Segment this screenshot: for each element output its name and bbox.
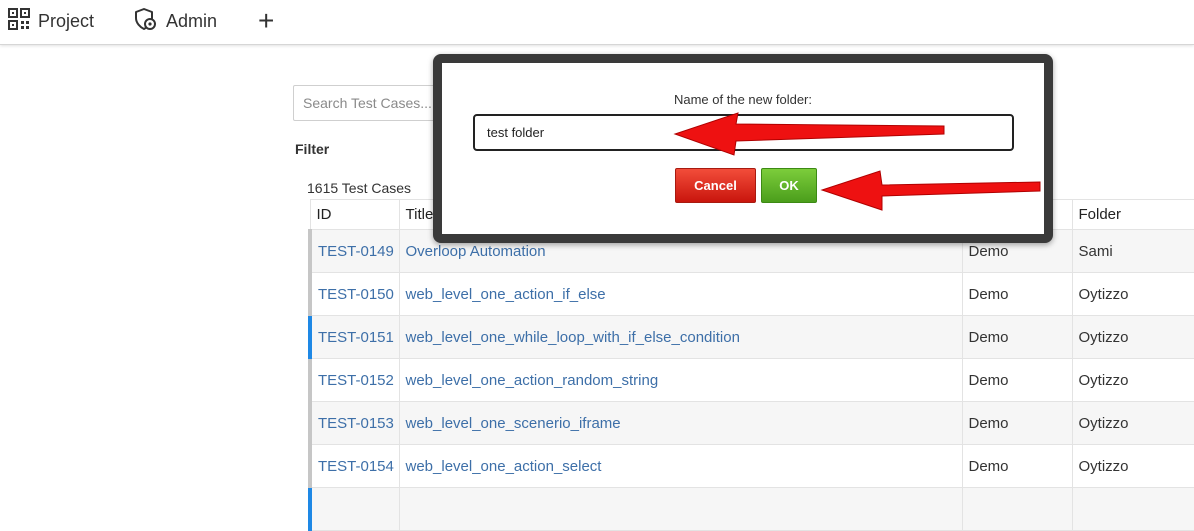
nav-admin-label: Admin [166, 10, 218, 31]
cancel-button[interactable]: Cancel [675, 168, 756, 203]
test-title-link[interactable]: web_level_one_action_if_else [406, 286, 606, 303]
test-folder-cell: Oytizzo [1071, 444, 1194, 488]
test-title-link[interactable]: web_level_one_action_random_string [406, 372, 659, 389]
test-id-link[interactable]: TEST-0149 [318, 243, 394, 260]
test-id-link[interactable]: TEST-0150 [318, 286, 394, 303]
nav-project-label: Project [38, 10, 95, 31]
test-project-cell: Demo [961, 401, 1073, 445]
shield-gear-icon [134, 7, 158, 36]
test-folder-cell: Oytizzo [1071, 315, 1194, 359]
test-project-cell: Demo [961, 315, 1073, 359]
folder-name-input[interactable] [473, 114, 1014, 151]
test-cases-table: ID Title Folder TEST-0149 Overloop Autom… [308, 199, 1194, 531]
top-nav-bar: Project Admin + [0, 0, 1194, 45]
table-row[interactable]: TEST-0153 web_level_one_scenerio_iframe … [308, 401, 1194, 445]
test-id-link[interactable]: TEST-0151 [318, 329, 394, 346]
test-title-link[interactable]: web_level_one_action_select [406, 458, 602, 475]
table-row[interactable] [308, 487, 1194, 531]
plus-icon: + [258, 5, 275, 36]
search-input[interactable] [293, 85, 443, 121]
add-button[interactable]: + [258, 5, 275, 36]
ok-button[interactable]: OK [761, 168, 817, 203]
nav-project[interactable]: Project [8, 7, 95, 35]
qr-grid-icon [8, 7, 30, 35]
test-project-cell: Demo [961, 444, 1073, 488]
test-id-link[interactable]: TEST-0152 [318, 372, 394, 389]
test-id-link[interactable]: TEST-0154 [318, 458, 394, 475]
new-folder-label: Name of the new folder: [673, 92, 813, 107]
test-project-cell: Demo [961, 272, 1073, 316]
column-header-folder[interactable]: Folder [1071, 199, 1194, 230]
test-case-count: 1615 Test Cases [307, 180, 412, 196]
test-project-cell: Demo [961, 358, 1073, 402]
table-row[interactable]: TEST-0152 web_level_one_action_random_st… [308, 358, 1194, 402]
table-row[interactable]: TEST-0151 web_level_one_while_loop_with_… [308, 315, 1194, 359]
test-folder-cell: Oytizzo [1071, 358, 1194, 402]
test-title-link[interactable]: Overloop Automation [406, 243, 546, 260]
test-title-link[interactable]: web_level_one_scenerio_iframe [406, 415, 621, 432]
column-header-id[interactable]: ID [309, 199, 400, 230]
test-folder-cell: Oytizzo [1071, 272, 1194, 316]
test-folder-cell: Sami [1071, 229, 1194, 273]
test-title-link[interactable]: web_level_one_while_loop_with_if_else_co… [406, 329, 740, 346]
nav-admin[interactable]: Admin [134, 7, 218, 36]
test-id-link[interactable]: TEST-0153 [318, 415, 394, 432]
test-folder-cell: Oytizzo [1071, 401, 1194, 445]
table-row[interactable]: TEST-0150 web_level_one_action_if_else D… [308, 272, 1194, 316]
filter-label[interactable]: Filter [295, 141, 329, 157]
table-row[interactable]: TEST-0154 web_level_one_action_select De… [308, 444, 1194, 488]
new-folder-dialog: Name of the new folder: Cancel OK [433, 54, 1053, 243]
